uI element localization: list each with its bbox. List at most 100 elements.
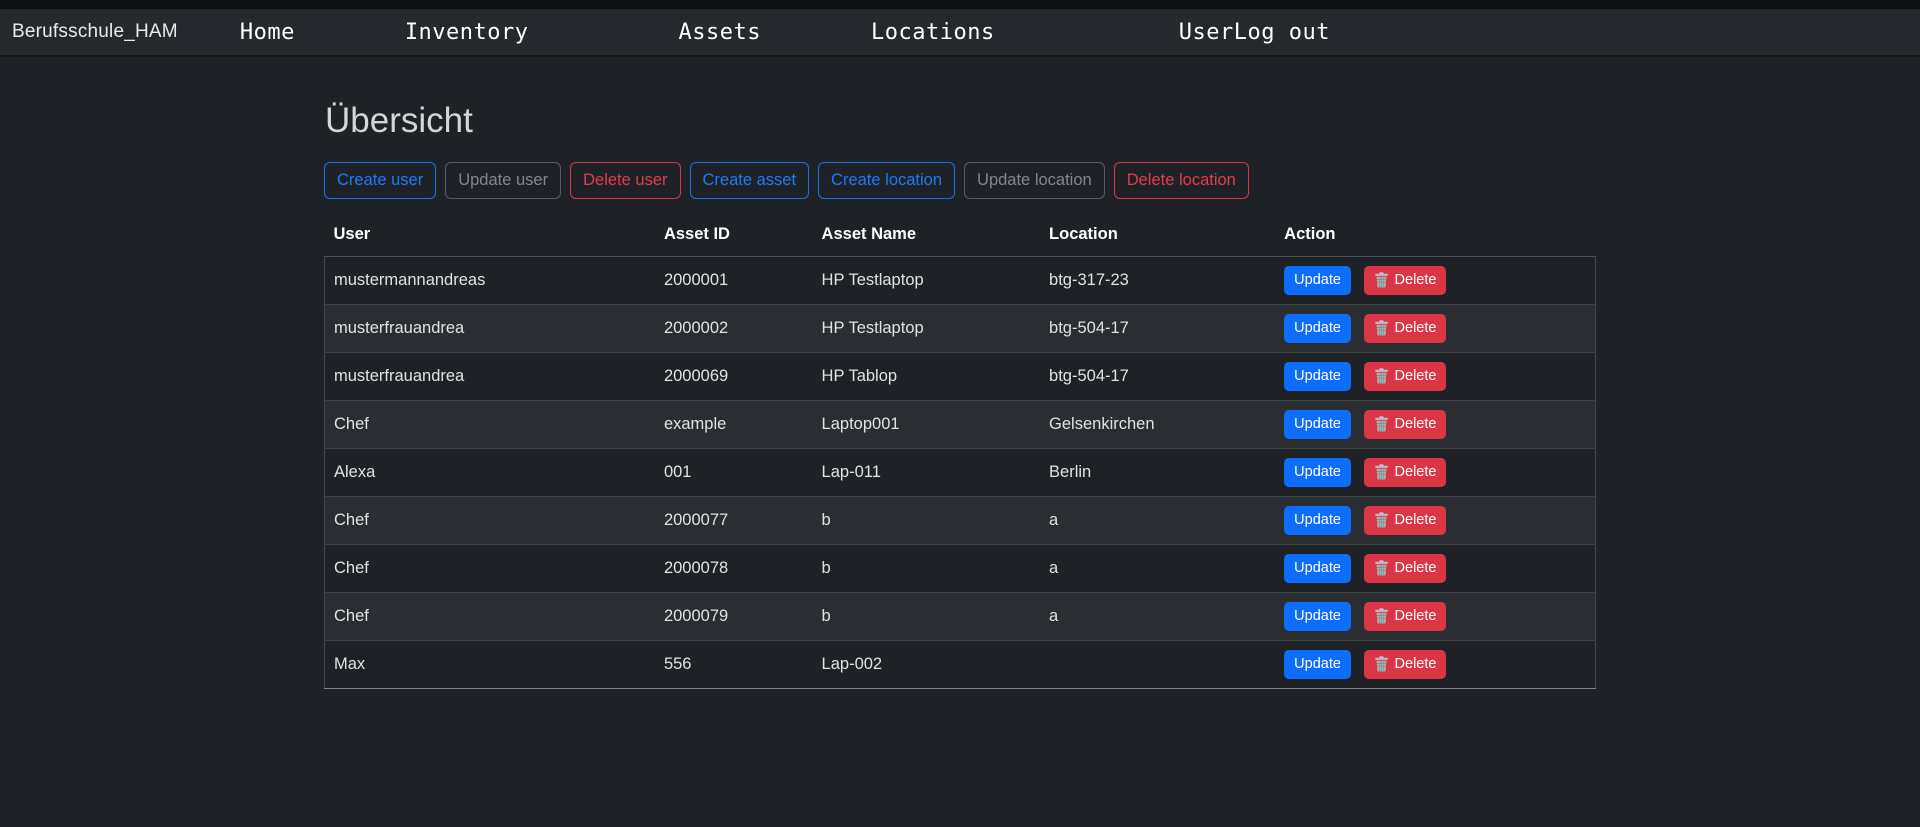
- table-row: mustermannandreas 2000001 HP Testlaptop …: [325, 256, 1596, 304]
- column-header-location: Location: [1040, 213, 1275, 257]
- page-title: Übersicht: [325, 101, 1596, 141]
- update-button[interactable]: Update: [1284, 314, 1351, 343]
- cell-asset-id: 2000078: [655, 544, 813, 592]
- cell-user: Chef: [325, 496, 655, 544]
- cell-action: Update Delete: [1275, 496, 1595, 544]
- table-row: Alexa 001 Lap-011 Berlin Update: [325, 448, 1596, 496]
- create-user-button[interactable]: Create user: [324, 162, 436, 199]
- update-button[interactable]: Update: [1284, 506, 1351, 535]
- cell-user: mustermannandreas: [325, 256, 655, 304]
- cell-action: Update Delete: [1275, 352, 1595, 400]
- table-row: Chef 2000077 b a Update: [325, 496, 1596, 544]
- delete-button[interactable]: Delete: [1364, 602, 1447, 631]
- update-button[interactable]: Update: [1284, 602, 1351, 631]
- window-top-strip: [0, 0, 1920, 9]
- navbar: Berufsschule_HAM Home Inventory Assets L…: [0, 9, 1920, 57]
- cell-user: musterfrauandrea: [325, 352, 655, 400]
- trash-icon: [1374, 272, 1389, 288]
- trash-icon: [1374, 416, 1389, 432]
- cell-action: Update Delete: [1275, 592, 1595, 640]
- delete-location-button[interactable]: Delete location: [1114, 162, 1249, 199]
- cell-location: Berlin: [1040, 448, 1275, 496]
- delete-button[interactable]: Delete: [1364, 362, 1447, 391]
- cell-action: Update Delete: [1275, 256, 1595, 304]
- cell-asset-name: Lap-011: [813, 448, 1041, 496]
- update-user-button[interactable]: Update user: [445, 162, 561, 199]
- cell-location: Gelsenkirchen: [1040, 400, 1275, 448]
- delete-button[interactable]: Delete: [1364, 266, 1447, 295]
- cell-action: Update Delete: [1275, 304, 1595, 352]
- nav-item-locations[interactable]: Locations: [871, 20, 995, 45]
- cell-user: Alexa: [325, 448, 655, 496]
- nav-list: Home Inventory Assets Locations User Log…: [178, 20, 1330, 45]
- cell-action: Update Delete: [1275, 448, 1595, 496]
- delete-button[interactable]: Delete: [1364, 410, 1447, 439]
- column-header-asset-name: Asset Name: [813, 213, 1041, 257]
- cell-location: btg-317-23: [1040, 256, 1275, 304]
- table-row: Chef example Laptop001 Gelsenkirchen Upd…: [325, 400, 1596, 448]
- cell-asset-name: b: [813, 592, 1041, 640]
- update-button[interactable]: Update: [1284, 650, 1351, 679]
- cell-action: Update Delete: [1275, 544, 1595, 592]
- cell-asset-id: 2000001: [655, 256, 813, 304]
- update-button[interactable]: Update: [1284, 554, 1351, 583]
- navbar-brand[interactable]: Berufsschule_HAM: [12, 21, 178, 43]
- delete-button[interactable]: Delete: [1364, 458, 1447, 487]
- cell-asset-name: b: [813, 544, 1041, 592]
- nav-item-inventory[interactable]: Inventory: [405, 20, 529, 45]
- trash-icon: [1374, 512, 1389, 528]
- cell-user: Chef: [325, 400, 655, 448]
- nav-item-user[interactable]: User: [1179, 20, 1234, 45]
- update-button[interactable]: Update: [1284, 362, 1351, 391]
- nav-item-logout[interactable]: Log out: [1234, 20, 1330, 45]
- trash-icon: [1374, 368, 1389, 384]
- cell-user: Max: [325, 640, 655, 688]
- nav-item-home[interactable]: Home: [240, 20, 295, 45]
- cell-asset-name: HP Testlaptop: [813, 256, 1041, 304]
- cell-asset-name: Lap-002: [813, 640, 1041, 688]
- toolbar: Create user Update user Delete user Crea…: [324, 162, 1596, 199]
- cell-asset-id: 2000077: [655, 496, 813, 544]
- table-row: Chef 2000078 b a Update: [325, 544, 1596, 592]
- create-location-button[interactable]: Create location: [818, 162, 955, 199]
- cell-user: Chef: [325, 592, 655, 640]
- trash-icon: [1374, 608, 1389, 624]
- cell-action: Update Delete: [1275, 640, 1595, 688]
- update-button[interactable]: Update: [1284, 410, 1351, 439]
- table-row: Max 556 Lap-002 Update: [325, 640, 1596, 688]
- nav-item-assets[interactable]: Assets: [679, 20, 761, 45]
- cell-user: musterfrauandrea: [325, 304, 655, 352]
- table-row: Chef 2000079 b a Update: [325, 592, 1596, 640]
- assets-table: User Asset ID Asset Name Location Action…: [324, 213, 1596, 689]
- cell-asset-id: 556: [655, 640, 813, 688]
- cell-asset-name: Laptop001: [813, 400, 1041, 448]
- cell-asset-name: HP Testlaptop: [813, 304, 1041, 352]
- cell-asset-id: 2000002: [655, 304, 813, 352]
- create-asset-button[interactable]: Create asset: [690, 162, 810, 199]
- cell-asset-id: 2000069: [655, 352, 813, 400]
- column-header-asset-id: Asset ID: [655, 213, 813, 257]
- cell-location: a: [1040, 592, 1275, 640]
- update-button[interactable]: Update: [1284, 458, 1351, 487]
- trash-icon: [1374, 320, 1389, 336]
- trash-icon: [1374, 656, 1389, 672]
- delete-button[interactable]: Delete: [1364, 650, 1447, 679]
- cell-location: [1040, 640, 1275, 688]
- table-row: musterfrauandrea 2000069 HP Tablop btg-5…: [325, 352, 1596, 400]
- delete-button[interactable]: Delete: [1364, 554, 1447, 583]
- cell-location: a: [1040, 496, 1275, 544]
- column-header-action: Action: [1275, 213, 1595, 257]
- main-content: Übersicht Create user Update user Delete…: [324, 101, 1596, 689]
- table-row: musterfrauandrea 2000002 HP Testlaptop b…: [325, 304, 1596, 352]
- trash-icon: [1374, 464, 1389, 480]
- delete-button[interactable]: Delete: [1364, 314, 1447, 343]
- delete-user-button[interactable]: Delete user: [570, 162, 680, 199]
- cell-user: Chef: [325, 544, 655, 592]
- update-button[interactable]: Update: [1284, 266, 1351, 295]
- delete-button[interactable]: Delete: [1364, 506, 1447, 535]
- column-header-user: User: [325, 213, 655, 257]
- update-location-button[interactable]: Update location: [964, 162, 1105, 199]
- cell-location: btg-504-17: [1040, 352, 1275, 400]
- cell-asset-id: 2000079: [655, 592, 813, 640]
- cell-asset-id: 001: [655, 448, 813, 496]
